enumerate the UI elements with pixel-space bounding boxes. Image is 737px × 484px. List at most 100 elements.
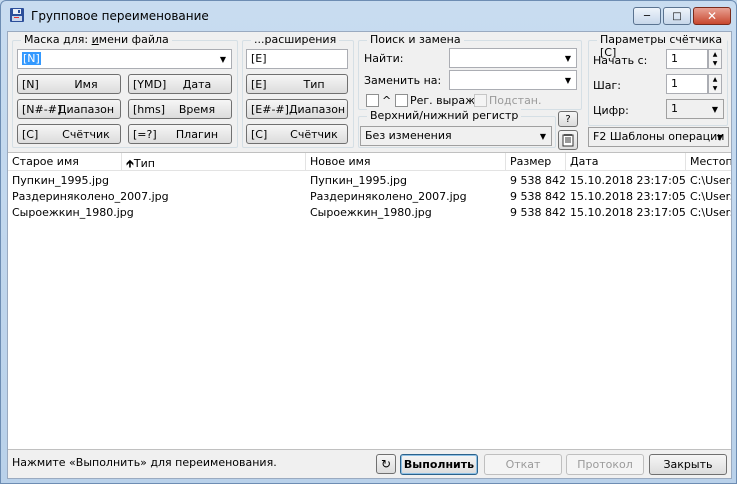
close-window-button[interactable]: ✕ [693, 7, 731, 25]
step-label: Шаг: [593, 79, 621, 92]
chevron-down-icon[interactable]: ▼ [709, 103, 721, 115]
close-icon: ✕ [706, 9, 718, 23]
refresh-button[interactable]: ↻ [376, 454, 396, 474]
chevron-down-icon[interactable]: ▼ [217, 53, 229, 65]
arrow-down-icon: ▼ [712, 60, 718, 67]
column-old-name[interactable]: Старое имя [8, 153, 122, 171]
old-name-cell: Сыроежкин_1980.jpg [12, 206, 134, 219]
chevron-down-icon[interactable]: ▼ [537, 130, 549, 142]
substitute-label: Подстан. [489, 94, 542, 107]
insert-ext-range-button[interactable]: [E#-#] Диапазон [246, 99, 348, 119]
file-list-header: Старое имя 🡹Тип Новое имя Размер Дата Ме… [8, 153, 731, 171]
insert-name-button[interactable]: [N] Имя [17, 74, 121, 94]
maximize-icon: □ [672, 10, 682, 22]
run-button[interactable]: Выполнить [400, 454, 478, 475]
find-combo[interactable]: ▼ [449, 48, 577, 68]
rename-window: Групповое переименование ─ □ ✕ Маска для… [0, 0, 737, 484]
templates-label: F2 Шаблоны операции [593, 130, 725, 143]
step-input[interactable]: 1 [666, 74, 708, 94]
new-name-cell: Раздериняколено_2007.jpg [310, 190, 467, 203]
edit-names-button[interactable] [558, 130, 578, 150]
step-spinner[interactable]: ▲ ▼ [708, 74, 722, 94]
case-sensitive-checkbox[interactable] [366, 94, 379, 107]
undo-button[interactable]: Откат [484, 454, 562, 475]
arrow-down-icon: ▼ [712, 85, 718, 92]
size-cell: 9 538 842 [510, 206, 566, 219]
start-label: Начать с: [593, 54, 648, 67]
location-cell: C:\Users [690, 206, 731, 219]
step-value: 1 [671, 77, 678, 90]
chevron-down-icon[interactable]: ▼ [714, 131, 726, 143]
insert-time-button[interactable]: [hms] Время [128, 99, 232, 119]
table-row[interactable]: Раздериняколено_2007.jpg Раздериняколено… [8, 189, 731, 205]
help-button[interactable]: ? [558, 111, 578, 127]
status-text: Нажмите «Выполнить» для переименования. [12, 456, 277, 469]
sort-arrow-up-icon: 🡹 [126, 157, 134, 170]
start-input[interactable]: 1 [666, 49, 708, 69]
filename-mask-value: [N] [22, 52, 41, 65]
table-row[interactable]: Сыроежкин_1980.jpg Сыроежкин_1980.jpg 9 … [8, 205, 731, 221]
date-cell: 15.10.2018 23:17:05 [570, 174, 686, 187]
dialog-client-area: Маска для: имени файла [N] ▼ [N] Имя [N#-… [7, 31, 732, 479]
window-title: Групповое переименование [31, 9, 209, 23]
chevron-down-icon[interactable]: ▼ [562, 52, 574, 64]
new-name-cell: Пупкин_1995.jpg [310, 174, 407, 187]
start-value: 1 [671, 52, 678, 65]
insert-name-range-button[interactable]: [N#-#] Диапазон [17, 99, 121, 119]
size-cell: 9 538 842 [510, 174, 566, 187]
regex-checkbox[interactable] [395, 94, 408, 107]
old-name-cell: Пупкин_1995.jpg [12, 174, 109, 187]
column-date[interactable]: Дата [566, 153, 686, 171]
table-row[interactable]: Пупкин_1995.jpg Пупкин_1995.jpg 9 538 84… [8, 173, 731, 189]
floppy-disk-icon [10, 8, 24, 22]
regex-label: Рег. выраж. [410, 94, 479, 107]
mask-group-label: Маска для: имени файла [21, 33, 172, 46]
digits-label: Цифр: [593, 104, 629, 117]
column-size[interactable]: Размер [506, 153, 566, 171]
column-type[interactable]: 🡹Тип [122, 153, 306, 171]
insert-ext-button[interactable]: [E] Тип [246, 74, 348, 94]
insert-date-button[interactable]: [YMD] Дата [128, 74, 232, 94]
minimize-icon: ─ [643, 10, 651, 22]
title-bar[interactable]: Групповое переименование ─ □ ✕ [1, 1, 736, 31]
case-combo[interactable]: Без изменения ▼ [360, 126, 552, 146]
size-cell: 9 538 842 [510, 190, 566, 203]
templates-combo[interactable]: F2 Шаблоны операции ▼ [588, 127, 729, 147]
extension-mask-input[interactable]: [E] [246, 49, 348, 69]
insert-ext-counter-button[interactable]: [C] Счётчик [246, 124, 348, 144]
digits-combo[interactable]: 1 ▼ [666, 99, 724, 119]
search-replace-label: Поиск и замена [367, 33, 464, 46]
close-button[interactable]: Закрыть [649, 454, 727, 475]
insert-plugin-button[interactable]: [=?] Плагин [128, 124, 232, 144]
location-cell: C:\Users [690, 174, 731, 187]
column-location[interactable]: Местопо [686, 153, 731, 171]
extension-group-label: ...расширения [251, 33, 340, 46]
new-name-cell: Сыроежкин_1980.jpg [310, 206, 432, 219]
case-sensitive-label: ^ [382, 94, 392, 107]
file-list[interactable]: Старое имя 🡹Тип Новое имя Размер Дата Ме… [8, 152, 731, 450]
maximize-button[interactable]: □ [663, 7, 691, 25]
filename-mask-combo[interactable]: [N] ▼ [17, 49, 232, 69]
old-name-cell: Раздериняколено_2007.jpg [12, 190, 169, 203]
date-cell: 15.10.2018 23:17:05 [570, 190, 686, 203]
refresh-icon: ↻ [380, 457, 392, 471]
location-cell: C:\Users [690, 190, 731, 203]
substitute-checkbox[interactable] [474, 94, 487, 107]
case-group-label: Верхний/нижний регистр [367, 109, 522, 122]
extension-mask-value: [E] [251, 52, 267, 65]
replace-label: Заменить на: [364, 74, 442, 87]
column-new-name[interactable]: Новое имя [306, 153, 506, 171]
case-combo-value: Без изменения [365, 129, 452, 142]
date-cell: 15.10.2018 23:17:05 [570, 206, 686, 219]
digits-value: 1 [671, 102, 678, 115]
start-spinner[interactable]: ▲ ▼ [708, 49, 722, 69]
chevron-down-icon[interactable]: ▼ [562, 74, 574, 86]
insert-counter-button[interactable]: [C] Счётчик [17, 124, 121, 144]
arrow-up-icon: ▲ [712, 51, 718, 58]
log-button[interactable]: Протокол [566, 454, 644, 475]
find-label: Найти: [364, 52, 404, 65]
notepad-icon [562, 134, 574, 147]
arrow-up-icon: ▲ [712, 76, 718, 83]
minimize-button[interactable]: ─ [633, 7, 661, 25]
replace-combo[interactable]: ▼ [449, 70, 577, 90]
